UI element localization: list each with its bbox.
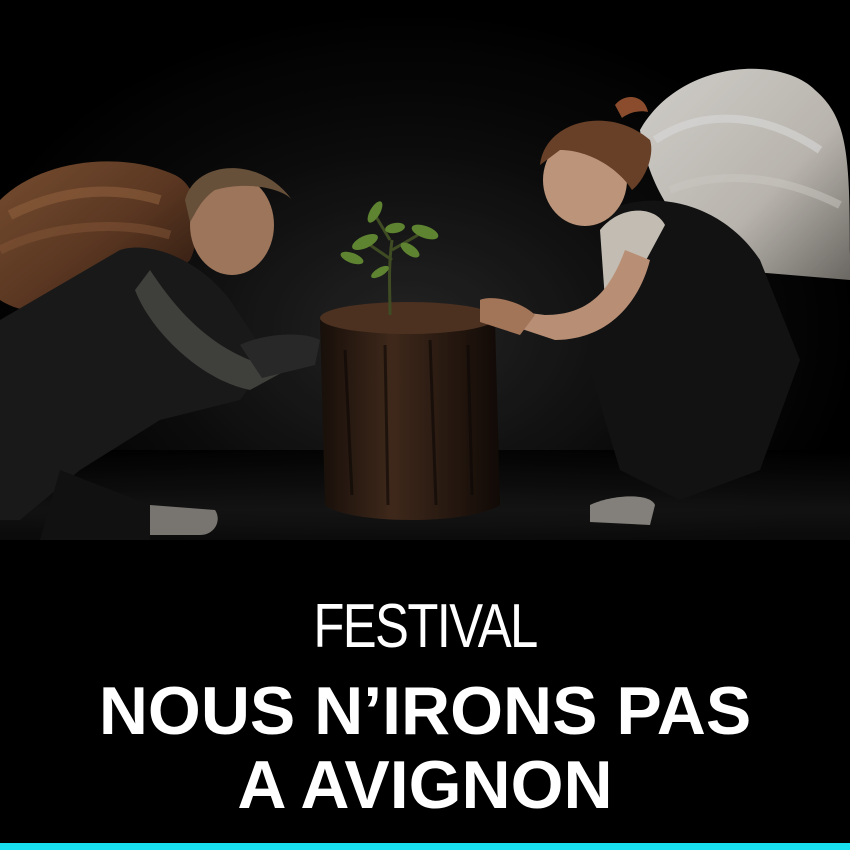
stage-photo <box>0 0 850 600</box>
festival-poster: FESTIVAL NOUS N’IRONS PAS A AVIGNON <box>0 0 850 850</box>
accent-bar <box>0 843 850 850</box>
title-line-1: NOUS N’IRONS PAS <box>98 673 752 749</box>
festival-kicker: FESTIVAL <box>313 592 538 661</box>
poster-title: NOUS N’IRONS PAS A AVIGNON <box>0 674 850 822</box>
title-line-2: A AVIGNON <box>237 747 613 823</box>
